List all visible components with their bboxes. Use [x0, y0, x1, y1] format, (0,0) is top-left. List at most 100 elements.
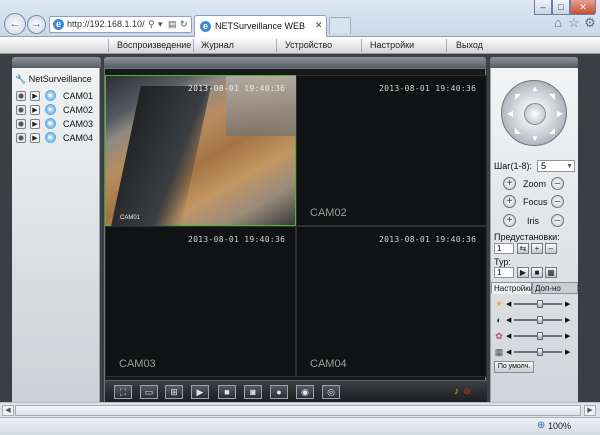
device-tree-root[interactable]: 🔧 NetSurveillance — [15, 74, 92, 85]
camera-row-cam03[interactable]: ▶ ▸ CAM03 — [16, 118, 98, 130]
stream-main-button[interactable]: ◉ — [296, 385, 314, 399]
slider-decrease-icon[interactable]: ◀ — [506, 332, 511, 340]
slider-decrease-icon[interactable]: ◀ — [506, 348, 511, 356]
record-icon[interactable] — [16, 119, 26, 129]
tour-stop-button[interactable]: ■ — [531, 267, 543, 278]
brightness-slider[interactable] — [514, 300, 562, 308]
horizontal-scrollbar[interactable]: ◀ ▶ — [0, 402, 600, 417]
dropdown-icon[interactable]: ▾ — [158, 19, 163, 30]
play-icon[interactable]: ▶ — [30, 91, 40, 101]
saturation-slider[interactable] — [514, 332, 562, 340]
record-icon[interactable] — [16, 105, 26, 115]
open-all-button[interactable]: ▶ — [191, 385, 209, 399]
slider-increase-icon[interactable]: ▶ — [565, 300, 570, 308]
settings-icon[interactable]: ⚙ — [582, 15, 598, 31]
focus-out-button[interactable]: – — [551, 195, 564, 208]
play-icon[interactable]: ▶ — [30, 119, 40, 129]
maximize-button[interactable]: □ — [552, 0, 570, 15]
volume-icon[interactable]: ♪ — [454, 386, 459, 397]
record-icon[interactable] — [16, 91, 26, 101]
menu-log[interactable]: Журнал — [201, 40, 234, 50]
menu-exit[interactable]: Выход — [456, 40, 483, 50]
camera-row-cam02[interactable]: ▶ ▸ CAM02 — [16, 104, 98, 116]
compat-icon[interactable]: ▤ — [168, 19, 177, 30]
video-cell-cam02[interactable]: 2013-08-01 19:40:36 CAM02 — [296, 75, 487, 226]
preset-goto-button[interactable]: ⇆ — [517, 243, 529, 254]
tab-image-extra[interactable]: Доп-но — [532, 282, 578, 294]
tab-netsurveillance[interactable]: e NETSurveillance WEB ✕ — [194, 15, 327, 37]
scroll-right-icon[interactable]: ▶ — [584, 405, 596, 416]
tour-grid-button[interactable]: ▦ — [545, 267, 557, 278]
hue-slider[interactable] — [514, 348, 562, 356]
slider-decrease-icon[interactable]: ◀ — [506, 316, 511, 324]
play-icon[interactable]: ▶ — [30, 133, 40, 143]
minimize-button[interactable]: – — [534, 0, 552, 15]
tour-input[interactable]: 1 — [494, 267, 514, 278]
close-all-button[interactable]: ■ — [218, 385, 236, 399]
menu-settings[interactable]: Настройки — [370, 40, 414, 50]
forward-button[interactable]: → — [27, 15, 46, 34]
back-button[interactable]: ← — [4, 13, 26, 35]
slider-decrease-icon[interactable]: ◀ — [506, 300, 511, 308]
ptz-down-left-icon[interactable]: ◣ — [513, 126, 523, 136]
search-icon[interactable]: ⚲ — [148, 19, 155, 30]
ptz-down-icon[interactable]: ▼ — [530, 134, 540, 144]
slider-knob[interactable] — [537, 348, 544, 356]
new-tab-button[interactable] — [329, 17, 351, 34]
play-icon[interactable]: ▶ — [30, 105, 40, 115]
layout-1-button[interactable]: ▭ — [140, 385, 158, 399]
tab-image-settings[interactable]: Настройки — [491, 282, 533, 294]
tab-close-icon[interactable]: ✕ — [315, 20, 323, 31]
iris-open-button[interactable]: + — [503, 214, 516, 227]
ptz-down-right-icon[interactable]: ◢ — [547, 126, 557, 136]
zoom-icon[interactable]: ⊕ — [537, 420, 545, 431]
slider-increase-icon[interactable]: ▶ — [565, 332, 570, 340]
slider-knob[interactable] — [537, 332, 544, 340]
record-all-button[interactable]: ● — [270, 385, 288, 399]
scrollbar-thumb[interactable] — [15, 405, 581, 416]
camera-icon[interactable]: ▸ — [45, 118, 56, 129]
menu-playback[interactable]: Воспроизведение — [117, 40, 191, 50]
favorites-icon[interactable]: ☆ — [566, 15, 582, 31]
record-icon[interactable] — [16, 133, 26, 143]
home-icon[interactable]: ⌂ — [550, 15, 566, 31]
scroll-left-icon[interactable]: ◀ — [2, 405, 14, 416]
ptz-right-icon[interactable]: ▶ — [555, 109, 565, 119]
slider-increase-icon[interactable]: ▶ — [565, 348, 570, 356]
ptz-direction-pad[interactable]: ▲ ▼ ◀ ▶ ◤ ◥ ◣ ◢ — [501, 80, 567, 146]
camera-row-cam04[interactable]: ▶ ▸ CAM04 — [16, 132, 98, 144]
ptz-up-left-icon[interactable]: ◤ — [513, 92, 523, 102]
menu-device[interactable]: Устройство — [285, 40, 332, 50]
refresh-icon[interactable]: ↻ — [180, 19, 188, 30]
video-cell-cam01[interactable]: 2013-08-01 19:40:36 CAM01 — [105, 75, 296, 226]
zoom-level[interactable]: 100% — [548, 421, 571, 431]
video-cell-cam03[interactable]: 2013-08-01 19:40:36 CAM03 — [105, 226, 296, 377]
preset-add-button[interactable]: + — [531, 243, 543, 254]
mute-icon[interactable]: ⊘ — [463, 386, 471, 397]
camera-icon[interactable]: ▸ — [45, 90, 56, 101]
address-bar[interactable]: e http://192.168.1.10/ ⚲ ▾ ▤ ↻ — [49, 16, 192, 33]
preset-input[interactable]: 1 — [494, 243, 514, 254]
fullscreen-button[interactable]: ⛶ — [114, 385, 132, 399]
layout-4-button[interactable]: ⊞ — [165, 385, 183, 399]
stream-sub-button[interactable]: ◎ — [322, 385, 340, 399]
camera-icon[interactable]: ▸ — [45, 132, 56, 143]
defaults-button[interactable]: По умолч. — [494, 361, 534, 373]
camera-row-cam01[interactable]: ▶ ▸ CAM01 — [16, 90, 98, 102]
zoom-out-button[interactable]: – — [551, 177, 564, 190]
ptz-up-right-icon[interactable]: ◥ — [547, 92, 557, 102]
tour-start-button[interactable]: ▶ — [517, 267, 529, 278]
ptz-up-icon[interactable]: ▲ — [530, 84, 540, 94]
focus-in-button[interactable]: + — [503, 195, 516, 208]
snapshot-button[interactable]: ◙ — [244, 385, 262, 399]
camera-icon[interactable]: ▸ — [45, 104, 56, 115]
contrast-slider[interactable] — [514, 316, 562, 324]
step-select[interactable]: 5 ▼ — [537, 160, 575, 172]
ptz-left-icon[interactable]: ◀ — [505, 109, 515, 119]
slider-knob[interactable] — [537, 300, 544, 308]
iris-close-button[interactable]: – — [551, 214, 564, 227]
preset-remove-button[interactable]: – — [545, 243, 557, 254]
ptz-center-button[interactable] — [524, 103, 546, 125]
zoom-in-button[interactable]: + — [503, 177, 516, 190]
close-window-button[interactable]: ✕ — [570, 0, 596, 15]
